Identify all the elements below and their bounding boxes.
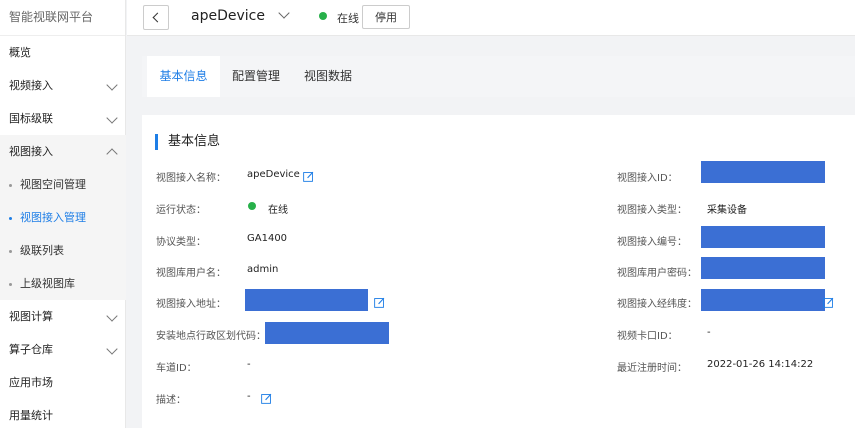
chevron-down-icon: [106, 343, 118, 355]
field-label-name: 视图接入名称：: [156, 173, 226, 184]
field-value-protocol: GA1400: [247, 233, 288, 244]
stop-button[interactable]: 停用: [362, 5, 410, 29]
device-name: apeDevice: [191, 8, 265, 24]
edit-icon[interactable]: [303, 171, 314, 182]
sidebar-item-label: 视图接入管理: [20, 211, 86, 224]
sidebar-item-label: 用量统计: [9, 409, 53, 422]
tab-config-manage[interactable]: 配置管理: [224, 56, 288, 97]
sidebar-item-label: 视图接入: [9, 145, 53, 158]
chevron-down-icon: [106, 112, 118, 124]
field-value-checkpoint-id: -: [707, 327, 711, 338]
sidebar-item-usage-stats[interactable]: 用量统计: [0, 399, 126, 428]
chevron-up-icon: [106, 148, 118, 160]
sidebar-item-label: 概览: [9, 46, 31, 59]
edit-icon[interactable]: [261, 393, 272, 404]
sidebar-item-upper-view-lib[interactable]: 上级视图库: [0, 267, 126, 300]
chevron-down-icon: [106, 79, 118, 91]
sidebar-item-label: 视图计算: [9, 310, 53, 323]
redacted-password: [701, 257, 825, 279]
field-value-name: apeDevice: [247, 169, 300, 180]
field-label-coordinates: 视图接入经纬度：: [617, 299, 697, 310]
basic-info-panel: 基本信息 视图接入名称： apeDevice 运行状态： 在线 协议类型： GA…: [142, 115, 855, 428]
redacted-access-code: [701, 226, 825, 248]
edit-icon[interactable]: [823, 297, 834, 308]
field-label-checkpoint-id: 视频卡口ID：: [617, 331, 678, 342]
field-label-region-code: 安装地点行政区划代码：: [156, 331, 266, 342]
sidebar-item-view-access-manage[interactable]: 视图接入管理: [0, 201, 126, 234]
section-title: 基本信息: [155, 134, 220, 150]
field-label-protocol: 协议类型：: [156, 237, 206, 248]
sidebar-item-view-access[interactable]: 视图接入: [0, 135, 126, 168]
online-status-icon: [319, 12, 327, 20]
back-button[interactable]: [143, 5, 169, 30]
field-value-description: -: [247, 391, 251, 402]
sidebar: 智能视联网平台 概览 视频接入 国标级联 视图接入 视图空间管理 视图接入管理 …: [0, 0, 126, 428]
sidebar-item-label: 视频接入: [9, 79, 53, 92]
edit-icon[interactable]: [374, 297, 385, 308]
sidebar-item-view-compute[interactable]: 视图计算: [0, 300, 126, 333]
sidebar-item-operator-repo[interactable]: 算子仓库: [0, 333, 126, 366]
field-label-access-type: 视图接入类型：: [617, 205, 687, 216]
sidebar-item-view-space[interactable]: 视图空间管理: [0, 168, 126, 201]
brand-title: 智能视联网平台: [0, 0, 125, 36]
tab-bar: 基本信息 配置管理 视图数据: [142, 56, 855, 97]
header: apeDevice 在线 停用: [127, 0, 855, 36]
sidebar-item-label: 应用市场: [9, 376, 53, 389]
redacted-address: [245, 289, 368, 311]
redacted-coordinates: [701, 289, 825, 311]
field-label-run-status: 运行状态：: [156, 205, 206, 216]
field-label-access-code: 视图接入编号：: [617, 237, 687, 248]
bullet-icon: [9, 216, 12, 220]
field-label-description: 描述：: [156, 395, 186, 406]
field-value-username: admin: [247, 264, 279, 275]
sidebar-item-label: 视图空间管理: [20, 178, 86, 191]
app-root: 智能视联网平台 概览 视频接入 国标级联 视图接入 视图空间管理 视图接入管理 …: [0, 0, 855, 428]
field-label-address: 视图接入地址：: [156, 299, 226, 310]
bullet-icon: [9, 282, 12, 286]
redacted-access-id: [701, 161, 825, 183]
sidebar-item-video-access[interactable]: 视频接入: [0, 69, 126, 102]
field-label-password: 视图库用户密码：: [617, 268, 697, 279]
field-value-access-type: 采集设备: [707, 205, 747, 216]
field-value-lane-id: -: [247, 359, 251, 370]
redacted-region-code: [265, 322, 389, 344]
chevron-down-icon[interactable]: [278, 7, 290, 19]
sidebar-item-app-market[interactable]: 应用市场: [0, 366, 126, 399]
field-value-run-status: 在线: [268, 205, 288, 216]
bullet-icon: [9, 249, 12, 253]
chevron-down-icon: [106, 310, 118, 322]
tab-view-data[interactable]: 视图数据: [297, 56, 359, 97]
status-text: 在线: [337, 12, 359, 25]
sidebar-item-cascade-list[interactable]: 级联列表: [0, 234, 126, 267]
field-label-lane-id: 车道ID：: [156, 363, 197, 374]
field-label-last-register: 最近注册时间：: [617, 363, 687, 374]
field-label-username: 视图库用户名：: [156, 268, 226, 279]
sidebar-item-label: 级联列表: [20, 244, 64, 257]
field-value-last-register: 2022-01-26 14:14:22: [707, 359, 814, 370]
sidebar-item-label: 国标级联: [9, 112, 53, 125]
sidebar-item-label: 上级视图库: [20, 277, 75, 290]
tab-basic-info[interactable]: 基本信息: [147, 56, 220, 97]
sidebar-item-label: 算子仓库: [9, 343, 53, 356]
online-status-icon: [248, 202, 256, 210]
bullet-icon: [9, 183, 12, 187]
sidebar-item-overview[interactable]: 概览: [0, 36, 126, 69]
sidebar-item-gb-cascade[interactable]: 国标级联: [0, 102, 126, 135]
field-label-access-id: 视图接入ID：: [617, 173, 678, 184]
